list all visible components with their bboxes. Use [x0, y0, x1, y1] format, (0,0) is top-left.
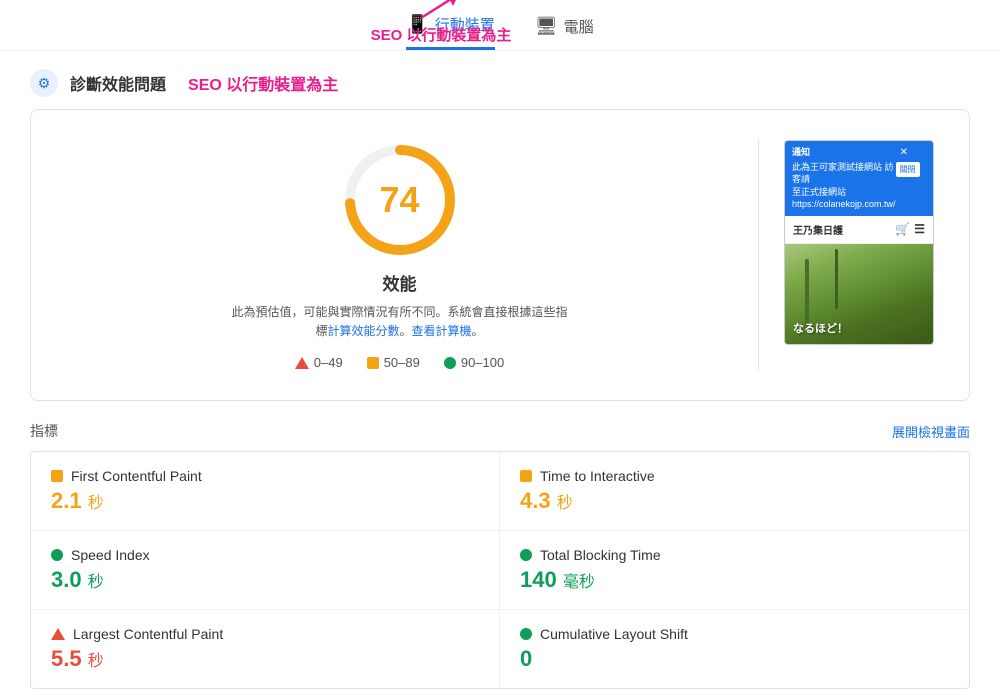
score-description: 此為預估值，可能與實際情況有所不同。系統會直接根據這些指標計算效能分數。查看計算… [230, 303, 570, 341]
metric-cls-name-row: Cumulative Layout Shift [520, 626, 949, 642]
metric-tbt: Total Blocking Time 140 毫秒 [500, 531, 969, 610]
metric-lcp-label: Largest Contentful Paint [73, 626, 223, 642]
tree-trunk-2 [835, 249, 838, 309]
legend-50-89: 50–89 [384, 355, 420, 370]
score-label: 效能 [383, 270, 417, 295]
notification-title: 通知 [792, 146, 896, 159]
metric-si-value: 3.0 秒 [51, 567, 479, 593]
red-triangle-icon [295, 357, 309, 369]
metric-fcp-label: First Contentful Paint [71, 468, 202, 484]
metrics-grid: First Contentful Paint 2.1 秒 Time to Int… [30, 451, 970, 689]
metric-tbt-label: Total Blocking Time [540, 547, 661, 563]
legend-orange: 50–89 [367, 355, 420, 370]
tab-desktop-label: 電腦 [564, 16, 594, 37]
metric-si-indicator [51, 549, 63, 561]
metric-lcp-name-row: Largest Contentful Paint [51, 626, 479, 642]
metric-fcp-value: 2.1 秒 [51, 488, 479, 514]
metric-si-label: Speed Index [71, 547, 150, 563]
score-legend: 0–49 50–89 90–100 [295, 355, 504, 370]
arrow-icon [411, 0, 471, 24]
tab-desktop[interactable]: 🖥 電腦 [535, 16, 594, 49]
score-number: 74 [379, 179, 419, 221]
expand-button[interactable]: 展開檢視畫面 [892, 422, 970, 441]
metric-si-unit: 秒 [88, 574, 104, 591]
metric-tbt-unit: 毫秒 [563, 574, 595, 591]
notification-close-button[interactable]: 關閉 [896, 162, 920, 177]
score-link-compute[interactable]: 計算效能分數 [327, 324, 399, 338]
score-section: 74 效能 此為預估值，可能與實際情況有所不同。系統會直接根據這些指標計算效能分… [61, 140, 738, 370]
metric-tti-label: Time to Interactive [540, 468, 655, 484]
mockup-menu-icon: ☰ [914, 222, 925, 236]
legend-90-100: 90–100 [461, 355, 504, 370]
metric-lcp-value: 5.5 秒 [51, 646, 479, 672]
mockup-header-icons: 🛒 ☰ [895, 222, 925, 236]
metric-fcp: First Contentful Paint 2.1 秒 [31, 452, 500, 531]
tab-mobile[interactable]: 📱 行動裝置 SEO 以行動裝置為主 [406, 14, 494, 50]
metric-tbt-value: 140 毫秒 [520, 567, 949, 593]
mockup-hero-image: なるほど！ [785, 244, 933, 344]
mockup-notification: 通知 此為王可家測試接網站 訪客請至正式接網站https://colanekoj… [785, 141, 933, 216]
metric-si-name-row: Speed Index [51, 547, 479, 563]
metric-lcp-indicator [51, 628, 65, 640]
notification-body: 此為王可家測試接網站 訪客請至正式接網站https://colanekojp.c… [792, 161, 896, 211]
notification-actions: ✕ 關閉 [896, 146, 926, 177]
metric-cls-value: 0 [520, 646, 949, 672]
legend-green: 90–100 [444, 355, 504, 370]
green-circle-icon [444, 357, 456, 369]
metric-fcp-indicator [51, 470, 63, 482]
card-divider [758, 140, 759, 370]
legend-red: 0–49 [295, 355, 343, 370]
metric-si: Speed Index 3.0 秒 [31, 531, 500, 610]
metrics-header: 指標 展開檢視畫面 [30, 421, 970, 441]
metric-tti-name-row: Time to Interactive [520, 468, 949, 484]
mockup-site-name: 王乃集日護 [793, 222, 843, 237]
seo-annotation: SEO 以行動裝置為主 [371, 0, 512, 45]
orange-square-icon [367, 357, 379, 369]
preview-section: 通知 此為王可家測試接網站 訪客請至正式接網站https://colanekoj… [779, 140, 939, 345]
metric-cls-label: Cumulative Layout Shift [540, 626, 688, 642]
notification-close-icon[interactable]: ✕ [900, 147, 908, 158]
metric-lcp: Largest Contentful Paint 5.5 秒 [31, 610, 500, 688]
metric-tti-value: 4.3 秒 [520, 488, 949, 514]
metric-tti: Time to Interactive 4.3 秒 [500, 452, 969, 531]
metric-fcp-name-row: First Contentful Paint [51, 468, 479, 484]
metric-tti-indicator [520, 470, 532, 482]
diagnostic-title: 診斷效能問題 [70, 71, 166, 95]
legend-0-49: 0–49 [314, 355, 343, 370]
annotation-text: SEO 以行動裝置為主 [371, 24, 512, 45]
diagnostic-header: ⚙ 診斷效能問題 SEO 以行動裝置為主 [0, 51, 1000, 109]
mockup-header: 王乃集日護 🛒 ☰ [785, 216, 933, 244]
metric-tti-unit: 秒 [557, 495, 573, 512]
top-navigation: 📱 行動裝置 SEO 以行動裝置為主 🖥 電腦 [0, 0, 1000, 51]
metric-cls: Cumulative Layout Shift 0 [500, 610, 969, 688]
diagnostic-icon: ⚙ [30, 69, 58, 97]
metric-lcp-unit: 秒 [88, 653, 104, 670]
site-preview-mockup: 通知 此為王可家測試接網站 訪客請至正式接網站https://colanekoj… [784, 140, 934, 345]
desktop-icon: 🖥 [535, 16, 558, 37]
metric-tbt-indicator [520, 549, 532, 561]
metric-cls-indicator [520, 628, 532, 640]
main-card: 74 效能 此為預估值，可能與實際情況有所不同。系統會直接根據這些指標計算效能分… [30, 109, 970, 401]
mockup-cart-icon: 🛒 [895, 222, 910, 236]
metric-tbt-name-row: Total Blocking Time [520, 547, 949, 563]
notification-content: 通知 此為王可家測試接網站 訪客請至正式接網站https://colanekoj… [792, 146, 896, 211]
mockup-image-text: なるほど！ [793, 320, 848, 336]
diagnostic-subtitle: SEO 以行動裝置為主 [188, 71, 338, 95]
metric-fcp-unit: 秒 [88, 495, 104, 512]
score-circle: 74 [340, 140, 460, 260]
metrics-title: 指標 [30, 421, 58, 441]
card-top: 74 效能 此為預估值，可能與實際情況有所不同。系統會直接根據這些指標計算效能分… [61, 140, 939, 370]
tree-trunk-1 [805, 259, 809, 329]
score-link-calculator[interactable]: 查看計算機 [412, 324, 472, 338]
